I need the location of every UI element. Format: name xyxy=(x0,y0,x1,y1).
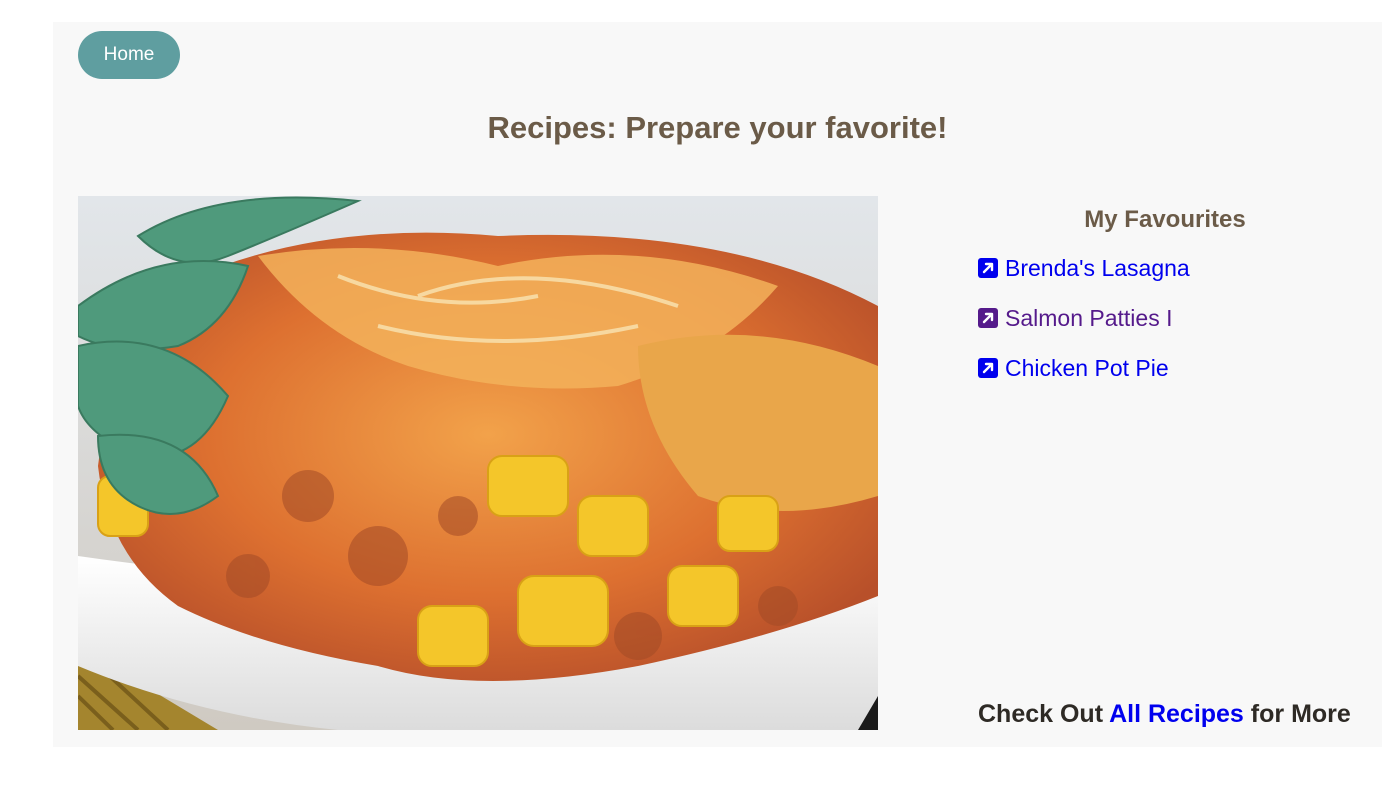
check-out-suffix: for More xyxy=(1250,700,1351,728)
all-recipes-link[interactable]: All Recipes xyxy=(1109,700,1244,728)
favourite-item-chicken-pot-pie: Chicken Pot Pie xyxy=(978,353,1190,403)
recipe-photo xyxy=(78,196,878,730)
favourites-title: My Favourites xyxy=(1084,206,1246,233)
favourite-link-brendas-lasagna[interactable]: Brenda's Lasagna xyxy=(1005,253,1190,283)
page-title: Recipes: Prepare your favorite! xyxy=(487,110,948,145)
favourites-list: Brenda's Lasagna Salmon Patties I Chicke… xyxy=(978,253,1190,403)
check-out-prefix: Check Out xyxy=(978,700,1104,728)
external-link-icon xyxy=(978,358,998,378)
favourite-item-salmon-patties: Salmon Patties I xyxy=(978,303,1190,353)
favourite-item-brendas-lasagna: Brenda's Lasagna xyxy=(978,253,1190,303)
page-panel: Home Recipes: Prepare your favorite! My … xyxy=(53,22,1382,747)
favourite-link-salmon-patties[interactable]: Salmon Patties I xyxy=(1005,303,1172,333)
food-photo-icon xyxy=(78,196,878,730)
external-link-icon xyxy=(978,258,998,278)
favourites-sidebar: My Favourites Brenda's Lasagna Salmon Pa… xyxy=(978,196,1352,736)
external-link-icon xyxy=(978,308,998,328)
home-button[interactable]: Home xyxy=(78,31,180,79)
check-out-note: Check Out All Recipes for More xyxy=(978,700,1351,729)
favourite-link-chicken-pot-pie[interactable]: Chicken Pot Pie xyxy=(1005,353,1169,383)
